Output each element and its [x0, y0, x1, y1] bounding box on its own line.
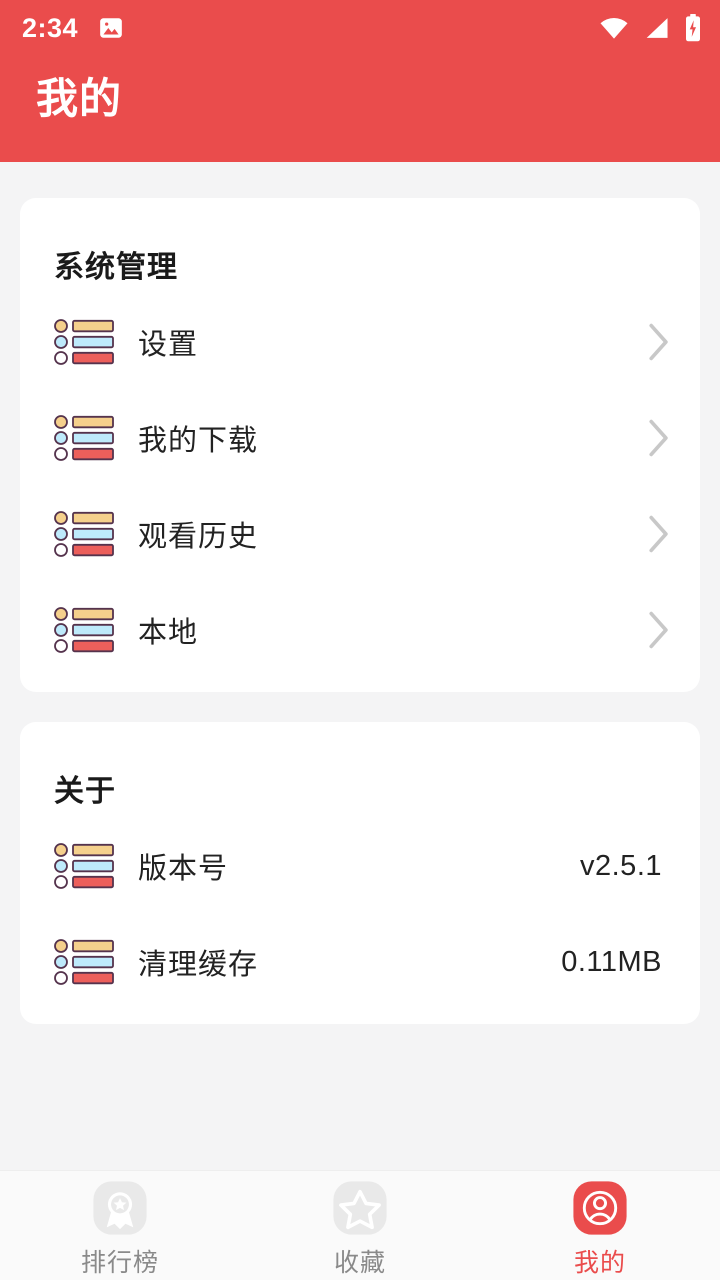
battery-charging-icon	[686, 14, 700, 42]
tab-label: 我的	[573, 1249, 626, 1277]
status-bar-system-icons	[599, 14, 702, 42]
list-icon	[54, 939, 114, 985]
medal-icon	[93, 1181, 147, 1235]
list-item-label: 清理缓存	[138, 949, 259, 981]
list-item-label: 观看历史	[138, 521, 259, 553]
list-item-label: 本地	[138, 617, 199, 649]
list-item-clear-cache[interactable]: 清理缓存 0.11MB	[20, 914, 700, 1010]
list-item-label: 我的下载	[138, 425, 259, 457]
status-bar: 2:34	[0, 0, 720, 56]
list-item-my-downloads[interactable]: 我的下载	[20, 390, 700, 486]
list-item-value: v2.5.1	[580, 849, 662, 882]
tab-label: 收藏	[333, 1249, 386, 1277]
main-content: 系统管理 设置 我的下载 观看历史 本地 关于 版本号 v2.5.1 清理缓存 …	[0, 162, 720, 1024]
signal-icon	[646, 18, 668, 38]
tab-ranking[interactable]: 排行榜	[0, 1179, 240, 1279]
tab-mine[interactable]: 我的	[480, 1179, 720, 1279]
list-icon	[54, 511, 114, 557]
list-item-settings[interactable]: 设置	[20, 294, 700, 390]
list-item-label: 版本号	[138, 853, 229, 885]
list-icon	[54, 415, 114, 461]
section-title: 系统管理	[54, 251, 178, 284]
list-item-version[interactable]: 版本号 v2.5.1	[20, 818, 700, 914]
status-bar-notifications	[98, 15, 124, 41]
wifi-icon	[600, 18, 628, 39]
chevron-right-icon[interactable]	[648, 419, 670, 457]
section-title: 关于	[54, 775, 116, 808]
list-item-value: 0.11MB	[561, 945, 662, 978]
list-item-label: 设置	[138, 329, 199, 361]
card-about: 关于 版本号 v2.5.1 清理缓存 0.11MB	[20, 722, 700, 1024]
person-icon	[573, 1181, 627, 1235]
app-header: 2:34 我的	[0, 0, 720, 162]
chevron-right-icon[interactable]	[648, 323, 670, 361]
chevron-right-icon[interactable]	[648, 515, 670, 553]
status-bar-time: 2:34	[22, 12, 79, 43]
page-title: 我的	[36, 75, 123, 122]
list-icon	[54, 319, 114, 365]
tab-label: 排行榜	[80, 1249, 159, 1277]
list-icon	[54, 843, 114, 889]
star-icon	[333, 1181, 387, 1235]
list-item-watch-history[interactable]: 观看历史	[20, 486, 700, 582]
list-item-local[interactable]: 本地	[20, 582, 700, 678]
chevron-right-icon[interactable]	[648, 611, 670, 649]
list-icon	[54, 607, 114, 653]
tab-favorites[interactable]: 收藏	[240, 1179, 480, 1279]
photo-icon	[100, 18, 122, 38]
bottom-navigation-bar: 排行榜 收藏 我的	[0, 1170, 720, 1280]
card-system-management: 系统管理 设置 我的下载 观看历史 本地	[20, 198, 700, 692]
